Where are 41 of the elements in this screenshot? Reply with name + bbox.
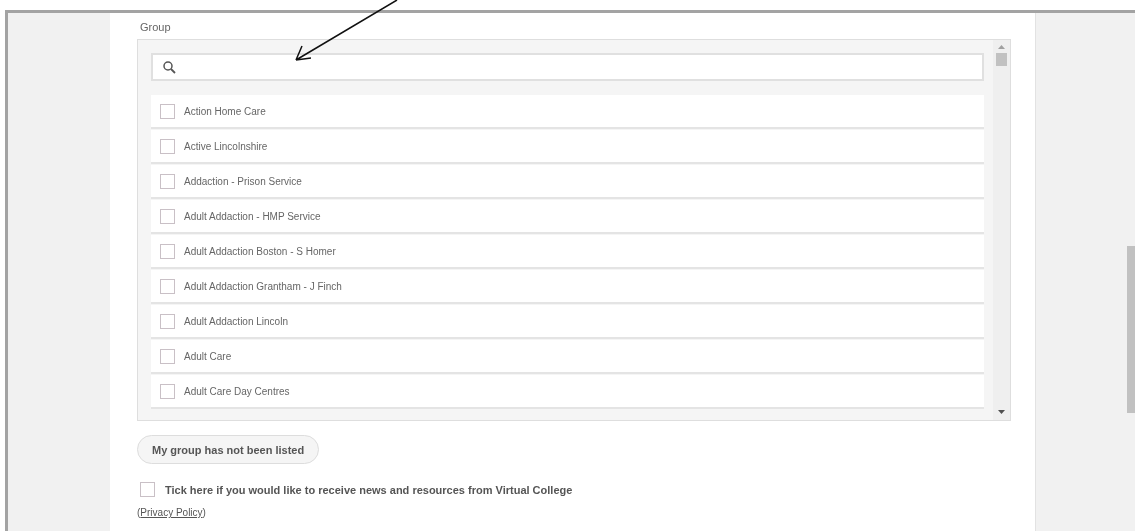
checkbox[interactable] (140, 482, 155, 497)
newsletter-label: Tick here if you would like to receive news and resources from Virtual College (165, 483, 573, 496)
item-label: Addaction - Prison Service (184, 175, 302, 187)
list-item[interactable]: Addaction - Prison Service (151, 165, 984, 199)
checkbox[interactable] (160, 278, 175, 294)
scroll-up-icon[interactable] (998, 45, 1005, 49)
item-label: Adult Addaction Boston - S Homer (184, 245, 336, 257)
item-label: Adult Care (184, 350, 232, 362)
checkbox[interactable] (160, 173, 175, 189)
list-item[interactable]: Adult Care (151, 340, 984, 374)
checkbox[interactable] (160, 348, 175, 364)
list-item[interactable]: Action Home Care (151, 95, 984, 129)
item-label: Adult Addaction - HMP Service (184, 210, 321, 222)
list-item[interactable]: Adult Addaction - HMP Service (151, 200, 984, 234)
scroll-thumb[interactable] (996, 53, 1007, 66)
item-label: Action Home Care (184, 105, 266, 117)
bracket: ( (137, 507, 141, 518)
checkbox[interactable] (160, 103, 175, 119)
list-item[interactable]: Adult Addaction Lincoln (151, 305, 984, 339)
search-field[interactable] (151, 53, 984, 81)
checkbox[interactable] (160, 313, 175, 329)
list-item[interactable]: Adult Care Day Centres (151, 375, 984, 409)
bracket: ) (202, 507, 206, 518)
checkbox[interactable] (160, 383, 175, 399)
checkbox[interactable] (160, 243, 175, 259)
scroll-down-icon[interactable] (998, 410, 1005, 414)
list-item[interactable]: Adult Addaction Grantham - J Finch (151, 270, 984, 304)
checkbox[interactable] (160, 138, 175, 154)
scrollbar[interactable] (993, 40, 1010, 420)
item-label: Active Lincolnshire (184, 140, 268, 152)
field-label: Group (140, 21, 172, 33)
not-listed-button[interactable]: My group has not been listed (137, 435, 320, 464)
item-label: Adult Addaction Grantham - J Finch (184, 280, 342, 292)
page-scroll-thumb[interactable] (1127, 246, 1135, 413)
list-item[interactable]: Adult Addaction Boston - S Homer (151, 235, 984, 269)
search-icon (163, 60, 176, 74)
item-label: Adult Addaction Lincoln (184, 315, 288, 327)
list-item[interactable]: Active Lincolnshire (151, 130, 984, 164)
privacy-policy-link[interactable]: Privacy Policy (140, 507, 203, 518)
item-label: Adult Care Day Centres (184, 385, 290, 397)
checkbox[interactable] (160, 208, 175, 224)
